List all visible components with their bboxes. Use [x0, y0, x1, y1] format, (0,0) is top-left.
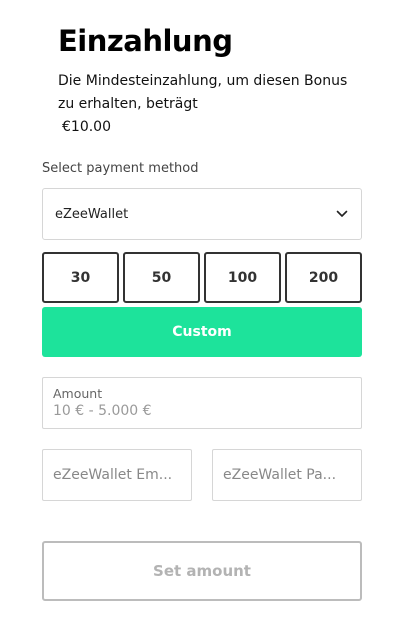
payment-method-select[interactable]: eZeeWallet [42, 188, 362, 240]
preset-button-30[interactable]: 30 [42, 252, 119, 303]
preset-button-100[interactable]: 100 [204, 252, 281, 303]
bonus-description: Die Mindesteinzahlung, um diesen Bonus z… [58, 73, 348, 112]
amount-label: Amount [53, 386, 103, 401]
payment-method-label: Select payment method [42, 161, 199, 176]
ezeewallet-password-input[interactable] [223, 467, 351, 483]
bonus-minimum-amount: €10.00 [62, 119, 111, 135]
ezeewallet-email-field[interactable] [42, 449, 192, 501]
preset-button-200[interactable]: 200 [285, 252, 362, 303]
amount-field[interactable]: Amount [42, 377, 362, 429]
preset-amounts: 30 50 100 200 [42, 252, 362, 303]
chevron-down-icon [335, 207, 349, 221]
ezeewallet-email-input[interactable] [53, 467, 181, 483]
page-title: Einzahlung [58, 24, 233, 58]
set-amount-button[interactable]: Set amount [42, 541, 362, 601]
payment-method-value: eZeeWallet [55, 206, 129, 222]
preset-button-50[interactable]: 50 [123, 252, 200, 303]
custom-amount-button[interactable]: Custom [42, 307, 362, 357]
ezeewallet-password-field[interactable] [212, 449, 362, 501]
amount-input[interactable] [53, 403, 351, 419]
